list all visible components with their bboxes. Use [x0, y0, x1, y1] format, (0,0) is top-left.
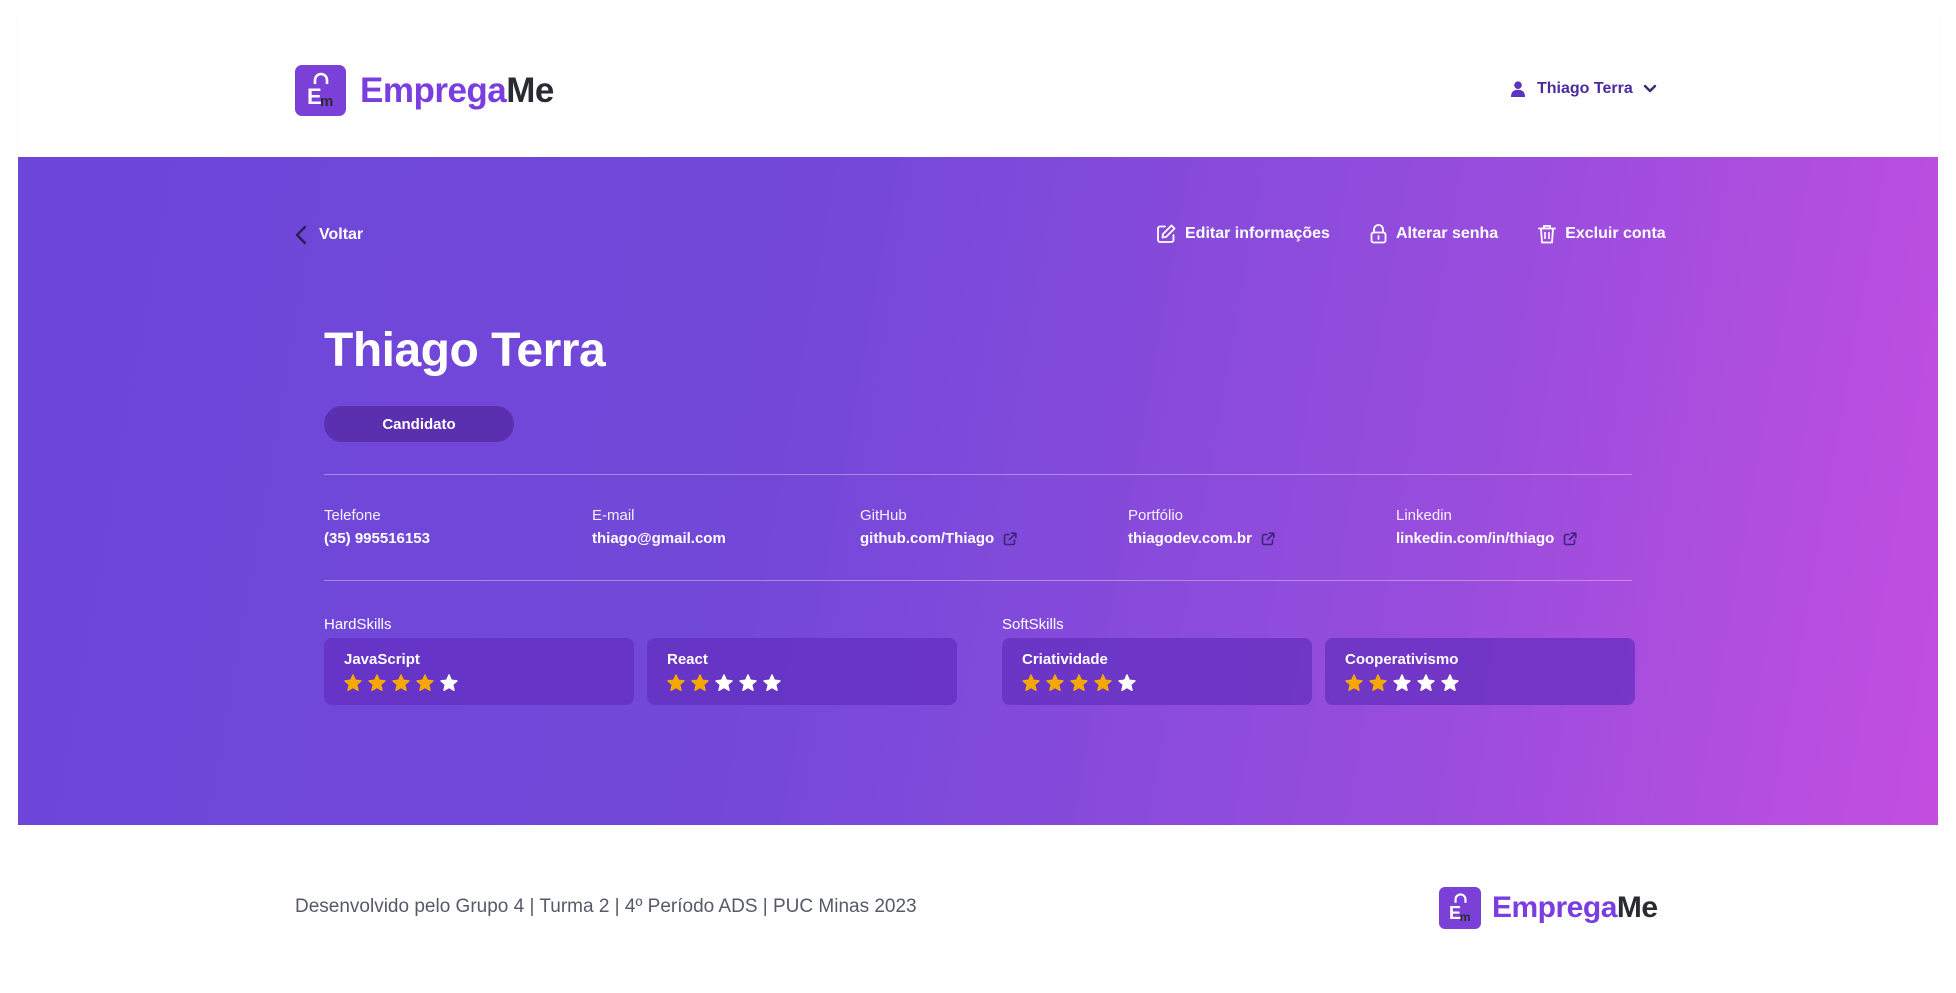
logo-wordmark-primary: Emprega [1492, 891, 1617, 924]
contact-value: linkedin.com/in/thiago [1396, 530, 1555, 547]
delete-account-button[interactable]: Excluir conta [1538, 224, 1666, 244]
contact-value: thiagodev.com.br [1128, 530, 1252, 547]
contact-phone: Telefone (35) 995516153 [324, 507, 592, 547]
page: E m EmpregaMe Thiago Terra Voltar Editar… [18, 14, 1938, 993]
skill-card: Criatividade [1002, 638, 1312, 705]
chevron-down-icon [1643, 84, 1656, 93]
logo-icon: E m [1439, 887, 1481, 929]
skill-card: Cooperativismo [1325, 638, 1635, 705]
top-navbar: E m EmpregaMe Thiago Terra [18, 14, 1938, 157]
star-empty-icon [440, 674, 458, 691]
github-link[interactable]: github.com/Thiago [860, 530, 1128, 547]
profile-actions: Editar informações Alterar senha Excluir… [1156, 224, 1666, 244]
star-filled-icon [1345, 674, 1363, 691]
contact-label: Portfólio [1128, 507, 1184, 524]
external-link-icon[interactable] [1003, 531, 1017, 546]
delete-account-label: Excluir conta [1565, 225, 1666, 242]
skill-card: React [647, 638, 957, 705]
star-filled-icon [1094, 674, 1112, 691]
user-icon [1511, 81, 1525, 97]
logo-wordmark-secondary: Me [506, 70, 554, 110]
edit-info-label: Editar informações [1185, 225, 1330, 242]
softskills-title: SoftSkills [1002, 616, 1064, 633]
logo-wordmark: EmpregaMe [1492, 891, 1658, 925]
star-filled-icon [1070, 674, 1088, 691]
edit-icon [1157, 224, 1176, 243]
linkedin-link[interactable]: linkedin.com/in/thiago [1396, 530, 1664, 547]
star-empty-icon [763, 674, 781, 691]
skill-name: JavaScript [344, 651, 420, 668]
contact-label: Telefone [324, 507, 381, 524]
profile-name: Thiago Terra [324, 324, 606, 377]
star-empty-icon [1441, 674, 1459, 691]
change-password-label: Alterar senha [1395, 225, 1499, 242]
contact-label: E-mail [592, 507, 635, 524]
back-button[interactable]: Voltar [295, 225, 363, 245]
star-filled-icon [1046, 674, 1064, 691]
star-filled-icon [691, 674, 709, 691]
skill-card: JavaScript [324, 638, 634, 705]
star-filled-icon [1369, 674, 1387, 691]
external-link-icon[interactable] [1261, 531, 1275, 546]
contact-value: thiago@gmail.com [592, 530, 726, 547]
footer-credit: Desenvolvido pelo Grupo 4 | Turma 2 | 4º… [295, 896, 917, 917]
contact-value: github.com/Thiago [860, 530, 995, 547]
external-link-icon[interactable] [1563, 531, 1577, 546]
skill-rating [667, 674, 937, 692]
skill-name: Cooperativismo [1345, 651, 1459, 668]
portfolio-link[interactable]: thiagodev.com.br [1128, 530, 1396, 547]
contact-email: E-mail thiago@gmail.com [592, 507, 860, 547]
contact-label: GitHub [860, 507, 907, 524]
edit-info-button[interactable]: Editar informações [1156, 224, 1330, 244]
star-filled-icon [344, 674, 362, 691]
star-filled-icon [667, 674, 685, 691]
profile-section: Voltar Editar informações Alterar senha [18, 157, 1938, 825]
skill-name: Criatividade [1022, 651, 1108, 668]
star-empty-icon [1118, 674, 1136, 691]
footer-logo[interactable]: E m EmpregaMe [1439, 887, 1658, 929]
contact-info: Telefone (35) 995516153 E-mail thiago@gm… [324, 507, 1664, 547]
user-name: Thiago Terra [1537, 80, 1633, 97]
hardskills-title: HardSkills [324, 616, 392, 633]
star-filled-icon [416, 674, 434, 691]
chevron-left-icon [295, 225, 307, 245]
divider [324, 580, 1632, 581]
trash-icon [1538, 225, 1557, 244]
star-empty-icon [739, 674, 757, 691]
logo-wordmark-primary: Emprega [360, 70, 507, 110]
star-empty-icon [1417, 674, 1435, 691]
skill-rating [344, 674, 614, 692]
change-password-button[interactable]: Alterar senha [1370, 224, 1498, 244]
role-badge: Candidato [324, 406, 514, 442]
back-label: Voltar [319, 226, 364, 243]
star-empty-icon [1393, 674, 1411, 691]
user-menu[interactable]: Thiago Terra [1511, 80, 1657, 98]
svg-text:m: m [320, 93, 333, 110]
logo-icon: E m [295, 65, 346, 116]
star-empty-icon [715, 674, 733, 691]
logo-wordmark: EmpregaMe [360, 71, 554, 111]
contact-portfolio: Portfólio thiagodev.com.br [1128, 507, 1396, 547]
svg-text:m: m [1459, 909, 1470, 923]
star-filled-icon [368, 674, 386, 691]
contact-label: Linkedin [1396, 507, 1452, 524]
star-filled-icon [392, 674, 410, 691]
lock-icon [1370, 224, 1387, 244]
star-filled-icon [1022, 674, 1040, 691]
skill-name: React [667, 651, 708, 668]
contact-linkedin: Linkedin linkedin.com/in/thiago [1396, 507, 1664, 547]
brand-logo[interactable]: E m EmpregaMe [295, 65, 554, 116]
skill-rating [1022, 674, 1292, 692]
contact-github: GitHub github.com/Thiago [860, 507, 1128, 547]
contact-value: (35) 995516153 [324, 530, 430, 547]
divider [324, 474, 1632, 475]
skill-rating [1345, 674, 1615, 692]
logo-wordmark-secondary: Me [1616, 891, 1658, 924]
